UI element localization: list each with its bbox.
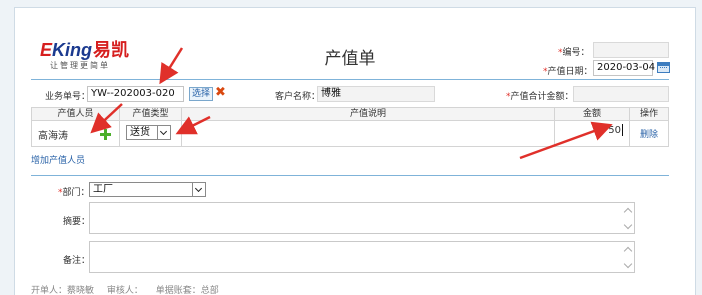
biz-no-label: 业务单号： [45, 92, 91, 102]
scroll-down-icon[interactable] [624, 261, 632, 269]
add-person-icon[interactable] [100, 129, 111, 140]
dept-label: *部门： [58, 188, 90, 198]
customer-label: 客户名称： [275, 92, 321, 102]
page-title: 产值单 [324, 49, 376, 69]
cell-amount[interactable]: 50 [555, 121, 630, 147]
footer-info: 开单人：蔡晓敏 审核人： 单据账套：总部 [31, 283, 229, 295]
person-value: 高海涛 [38, 131, 68, 142]
logo-cn: 易凯 [93, 40, 130, 60]
cell-desc[interactable] [182, 121, 555, 147]
ledger-text: 单据账套：总部 [155, 286, 219, 295]
text-cursor [622, 124, 623, 136]
scroll-down-icon[interactable] [624, 222, 632, 230]
scroll-up-icon[interactable] [624, 206, 632, 214]
reviewer-text: 审核人： [106, 286, 143, 295]
col-header-desc: 产值说明 [182, 108, 555, 121]
amount-value: 50 [608, 125, 621, 136]
number-field[interactable] [593, 42, 669, 58]
biz-no-field[interactable]: YW--202003-020 [87, 86, 184, 102]
date-field[interactable]: 2020-03-04 [593, 60, 655, 76]
type-value: 送货 [130, 127, 150, 138]
remark-textarea[interactable] [89, 241, 635, 273]
calendar-icon[interactable] [657, 62, 670, 73]
section-divider [31, 175, 669, 176]
clear-icon[interactable]: ✖ [215, 86, 226, 100]
col-header-amount: 金额 [555, 108, 630, 121]
total-field[interactable] [573, 86, 669, 102]
scroll-up-icon[interactable] [624, 245, 632, 253]
creator-text: 开单人：蔡晓敏 [31, 286, 95, 295]
cell-action: 删除 [630, 121, 668, 147]
header-divider [31, 79, 669, 80]
total-label: *产值合计金额： [506, 92, 574, 102]
col-header-action: 操作 [630, 108, 668, 121]
summary-textarea[interactable] [89, 202, 635, 234]
dept-select[interactable]: 工厂 [89, 182, 206, 197]
logo-brand: King [52, 40, 93, 60]
date-label: *产值日期： [543, 67, 593, 77]
chevron-down-icon[interactable] [192, 183, 205, 196]
add-person-link[interactable]: 增加产值人员 [31, 153, 85, 166]
company-logo: EKing易凯 让管理更简单 [40, 40, 130, 70]
col-header-type: 产值类型 [120, 108, 182, 121]
customer-field[interactable]: 博雅 [317, 86, 435, 102]
dept-value: 工厂 [93, 184, 113, 195]
cell-person[interactable]: 高海涛 [32, 121, 120, 147]
choose-button[interactable]: 选择 [189, 87, 213, 101]
summary-label: 摘要： [63, 217, 91, 227]
remark-label: 备注： [63, 256, 91, 266]
number-label: *编号： [558, 48, 590, 58]
delete-link[interactable]: 删除 [640, 127, 658, 140]
logo-slogan: 让管理更简单 [50, 61, 110, 70]
col-header-person: 产值人员 [32, 108, 120, 121]
chevron-down-icon[interactable] [157, 126, 170, 139]
output-table: 产值人员 产值类型 产值说明 金额 操作 高海涛 送货 50 删除 [31, 107, 669, 147]
cell-type: 送货 [120, 121, 182, 147]
type-select[interactable]: 送货 [126, 125, 171, 140]
